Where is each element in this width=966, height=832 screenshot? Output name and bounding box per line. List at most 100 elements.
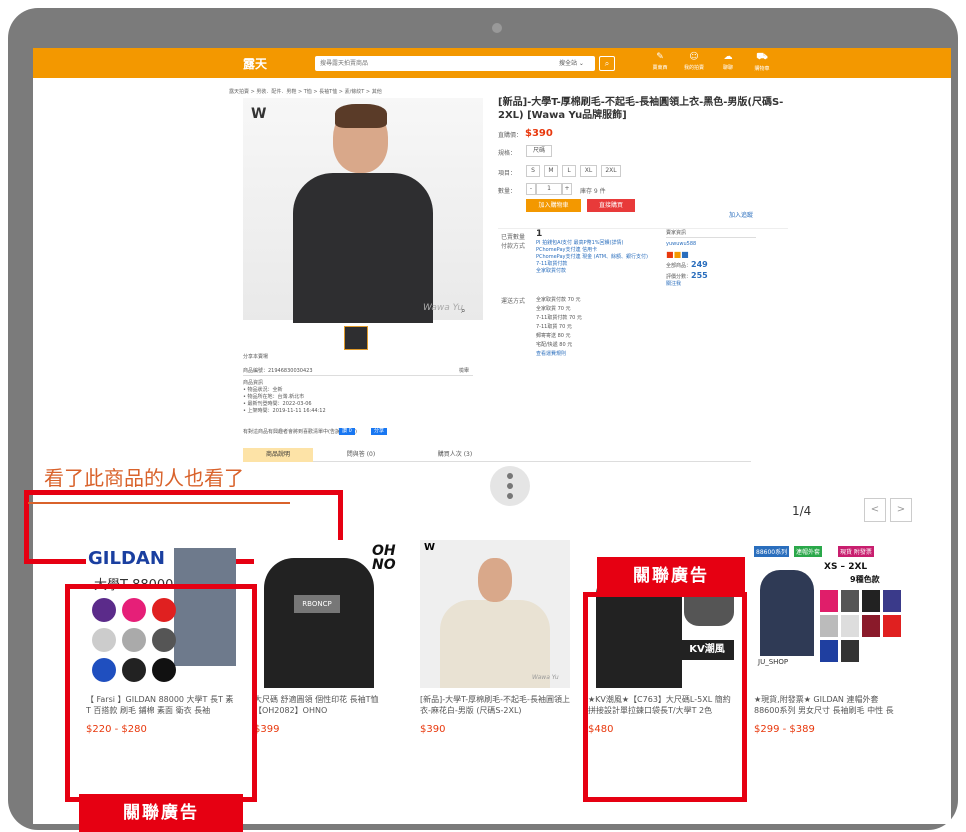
next-page-button[interactable]: > <box>890 498 912 522</box>
track-link[interactable]: 加入追蹤 <box>729 210 753 219</box>
seller-score: 249 <box>691 260 708 269</box>
sell-button[interactable]: ✎ 賣東西 <box>645 52 675 71</box>
seller-panel: 賣家資訊 yuwuwu588 ■■■ 全部商品：249 評價分數：255 關注我 <box>666 230 756 288</box>
site-logo[interactable]: 露天 <box>243 55 267 72</box>
card-image-text: RBONCP <box>294 595 340 613</box>
product-card[interactable]: W Wawa Yu [新品]-大學T-厚棉刷毛-不起毛-長袖圓領上衣-麻花白-男… <box>420 540 570 742</box>
report-link[interactable]: 檢舉 <box>459 368 469 375</box>
size-option-xl[interactable]: XL <box>580 165 597 177</box>
buy-now-button[interactable]: 直接購買 <box>587 199 635 212</box>
watermark-text: Wawa Yu <box>423 303 464 313</box>
more-options-icon[interactable] <box>490 466 530 506</box>
item-info-line: • 最新刊登時間：2022-03-06 <box>243 401 312 407</box>
qty-increase[interactable]: + <box>562 183 572 195</box>
card-image-text: 88600系列 <box>754 546 790 557</box>
size-option-l[interactable]: L <box>562 165 576 177</box>
camera-icon <box>492 23 502 33</box>
shipping-item: 宅配/快遞 80 元 <box>536 342 573 348</box>
size-label: 項目： <box>498 170 517 177</box>
size-option-m[interactable]: M <box>544 165 558 177</box>
seller-badges-icon: ■■■ <box>666 250 689 259</box>
size-option-2xl[interactable]: 2XL <box>601 165 621 177</box>
card-image-text: OH NO <box>372 543 396 573</box>
share-link[interactable]: 分享本賣場 <box>243 354 268 361</box>
prev-page-button[interactable]: < <box>864 498 886 522</box>
card-image-shirt <box>264 558 374 688</box>
shipping-item: 7-11取貨付款 70 元 <box>536 315 582 321</box>
ad-label: 關聯廣告 <box>597 557 745 595</box>
card-image-text: W <box>424 542 436 553</box>
related-section-title: 看了此商品的人也看了 <box>44 466 244 490</box>
spec-label: 規格： <box>498 150 517 157</box>
product-card[interactable]: RBONCP OH NO 大尺碼 舒適圓領 個性印花 長袖T恤【OH2082】O… <box>254 540 404 742</box>
shipping-item: 全家取貨付款 70 元 <box>536 297 581 303</box>
shipping-item: 郵寄寄送 80 元 <box>536 333 571 339</box>
price-label: 直購價： <box>498 132 523 139</box>
zoom-icon[interactable]: ⌕ <box>461 306 465 316</box>
payment-label: 付款方式 <box>501 243 526 250</box>
qty-label: 數量： <box>498 188 517 195</box>
sold-label: 已賣數量 <box>501 234 526 241</box>
rating-value: 255 <box>691 271 708 280</box>
card-price: $399 <box>254 724 280 735</box>
cart-button[interactable]: ⛟ 購物車 <box>747 52 777 72</box>
spec-option[interactable]: 尺碼 <box>526 145 552 157</box>
highlight-box-ad-1 <box>65 584 257 802</box>
search-button[interactable]: ⌕ <box>599 56 615 71</box>
add-to-cart-button[interactable]: 加入購物車 <box>526 199 581 212</box>
tab-qa[interactable]: 問與答 (0) <box>313 448 409 462</box>
pagination-indicator: 1/4 <box>792 504 812 518</box>
product-model-body <box>293 173 433 323</box>
item-info-line: • 上架時間：2019-11-11 16:44:12 <box>243 408 326 414</box>
seller-name[interactable]: yuwuwu588 <box>666 241 756 248</box>
product-card[interactable]: 88600系列 連帽外套 現貨 附發票 XS – 2XL 9種色款 JU_SHO… <box>754 540 904 742</box>
search-scope-select[interactable]: 搜全站 ⌄ <box>559 58 584 67</box>
chat-icon: ☁ <box>723 52 733 62</box>
card-title[interactable]: 大尺碼 舒適圓領 個性印花 長袖T恤【OH2082】OHNO <box>254 694 404 716</box>
product-tabs: 商品說明 問與答 (0) 購買人次 (3) <box>243 448 751 462</box>
follow-link[interactable]: 關注我 <box>666 281 756 288</box>
item-info-line: • 物品狀況：全新 <box>243 387 283 393</box>
tab-description[interactable]: 商品說明 <box>243 448 313 462</box>
share-button[interactable]: 分享 <box>371 428 388 435</box>
shipping-list: 全家取貨付款 70 元 全家取貨 70 元 7-11取貨付款 70 元 7-11… <box>536 296 582 359</box>
card-image-text: Wawa Yu <box>532 674 559 681</box>
brand-logo: W <box>251 106 267 122</box>
product-model-hair <box>335 104 387 128</box>
item-number: 商品編號：21946830030423 <box>243 368 473 376</box>
product-card-image[interactable]: RBONCP OH NO <box>254 540 404 688</box>
tab-purchases[interactable]: 購買人次 (3) <box>409 448 501 462</box>
breadcrumb[interactable]: 露天拍賣 > 男裝．配件．男鞋 > T恤 > 長袖T恤 > 素/條紋T > 其他 <box>229 88 382 95</box>
card-image-text: 連帽外套 <box>794 546 823 557</box>
product-title: [新品]-大學T-厚棉刷毛-不起毛-長袖圓領上衣-黑色-男版(尺碼S-2XL) … <box>498 97 784 121</box>
color-swatches <box>820 590 901 662</box>
payment-item: PChomePay支付連 信用卡 <box>536 247 598 253</box>
item-info-line: • 物品所在地：台灣.新北市 <box>243 394 305 400</box>
product-card-image[interactable]: 88600系列 連帽外套 現貨 附發票 XS – 2XL 9種色款 JU_SHO… <box>754 540 904 688</box>
seller-score-label: 全部商品： <box>666 263 692 269</box>
rating-label: 評價分數： <box>666 274 692 280</box>
chat-button[interactable]: ☁ 聊聊 <box>713 52 743 71</box>
sold-count: 1 <box>536 229 543 239</box>
shipping-item: 全家取貨 70 元 <box>536 306 571 312</box>
user-icon: ☺ <box>689 52 699 62</box>
shipping-rules-link[interactable]: 查看運費規則 <box>536 350 582 359</box>
qty-input[interactable]: 1 <box>536 183 562 195</box>
search-input[interactable] <box>315 56 595 71</box>
product-thumbnail[interactable] <box>344 326 368 350</box>
item-info-line: 商品資訊 <box>243 380 264 386</box>
sell-label: 賣東西 <box>652 65 668 71</box>
card-image-text: 9種色款 <box>850 575 880 584</box>
card-image-hoodie <box>760 570 814 656</box>
card-image-text: XS – 2XL <box>824 562 868 572</box>
size-option-s[interactable]: S <box>526 165 540 177</box>
card-image-text: JU_SHOP <box>758 658 789 666</box>
shipping-label: 運送方式 <box>501 298 526 305</box>
my-account-button[interactable]: ☺ 我的拍賣 <box>679 52 709 71</box>
main-product-image[interactable]: W Wawa Yu <box>243 98 483 323</box>
card-title[interactable]: ★現貨,附發票★ GILDAN 連帽外套 88600系列 男女尺寸 長袖刷毛 中… <box>754 694 904 716</box>
card-title[interactable]: [新品]-大學T-厚棉刷毛-不起毛-長袖圓領上衣-麻花白-男版 (尺碼S-2XL… <box>420 694 570 716</box>
qty-decrease[interactable]: - <box>526 183 536 195</box>
product-card-image[interactable]: W Wawa Yu <box>420 540 570 688</box>
like-button[interactable]: 讚 0 <box>339 428 355 435</box>
